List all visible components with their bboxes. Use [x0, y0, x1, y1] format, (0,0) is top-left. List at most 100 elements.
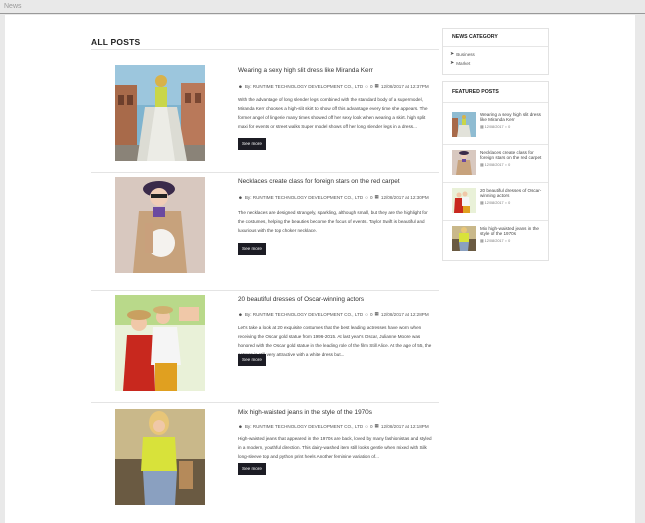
featured-item[interactable]: 20 beautiful dresses of Oscar-winning ac…	[443, 188, 548, 221]
post-author: By: RUNTIME TECHNOLOGY DEVELOPMENT CO., …	[244, 311, 364, 317]
post-meta: ☻ By: RUNTIME TECHNOLOGY DEVELOPMENT CO.…	[238, 311, 429, 317]
featured-item[interactable]: Mix high-waisted jeans in the style of t…	[452, 226, 548, 254]
featured-thumbnail[interactable]	[452, 112, 476, 137]
calendar-icon: ▦	[480, 201, 484, 205]
featured-date: 12/08/2017	[484, 239, 504, 243]
calendar-icon: ▦	[374, 83, 379, 88]
featured-divider	[443, 182, 548, 183]
comment-icon: ○	[504, 239, 508, 243]
post-title[interactable]: Necklaces create class for foreign stars…	[238, 178, 400, 185]
featured-meta: ▦ 12/08/2017 ○ 0	[480, 238, 510, 243]
post-thumbnail[interactable]	[115, 409, 205, 505]
news-category-widget: NEWS CATEGORY ➤ Business ➤ Market	[442, 28, 549, 75]
featured-date: 12/08/2017	[484, 163, 504, 167]
post-item: 20 beautiful dresses of Oscar-winning ac…	[91, 291, 439, 403]
post-item: Wearing a sexy high slit dress like Mira…	[91, 55, 439, 173]
see-more-button[interactable]: See more	[238, 354, 266, 366]
featured-meta: ▦ 12/08/2017 ○ 0	[480, 200, 510, 205]
post-thumbnail[interactable]	[115, 177, 205, 273]
calendar-icon: ▦	[374, 194, 379, 199]
post-meta: ☻ By: RUNTIME TECHNOLOGY DEVELOPMENT CO.…	[238, 194, 429, 200]
post-date: 12/08/2017 at 12:37PM	[380, 83, 429, 89]
post-excerpt: The necklaces are designed strangely, sp…	[238, 210, 428, 233]
browser-tab-bar: News	[0, 0, 645, 14]
category-item-business[interactable]: ➤ Business	[450, 51, 475, 57]
featured-thumbnail[interactable]	[452, 150, 476, 175]
post-author: By: RUNTIME TECHNOLOGY DEVELOPMENT CO., …	[244, 423, 364, 429]
featured-comments: 0	[508, 201, 511, 205]
post-title[interactable]: Mix high-waisted jeans in the style of t…	[238, 409, 372, 416]
featured-item[interactable]: Wearing a sexy high slit dress like Mira…	[443, 112, 548, 145]
category-item-market[interactable]: ➤ Market	[450, 60, 470, 66]
page-title: ALL POSTS	[91, 37, 141, 47]
circle-arrow-icon: ➤	[450, 60, 455, 66]
comment-icon: ○	[365, 194, 368, 200]
title-divider	[91, 49, 439, 50]
comment-icon: ○	[504, 201, 508, 205]
featured-comments: 0	[508, 239, 511, 243]
comment-icon: ○	[504, 163, 508, 167]
comment-icon: ○	[365, 423, 368, 429]
comment-icon: ○	[365, 83, 368, 89]
featured-divider	[443, 220, 548, 221]
post-item: Mix high-waisted jeans in the style of t…	[91, 403, 439, 521]
featured-posts-title: FEATURED POSTS	[452, 89, 499, 95]
featured-date: 12/08/2017	[484, 125, 504, 129]
featured-item[interactable]: Necklaces create class for foreign stars…	[443, 150, 548, 183]
featured-title[interactable]: 20 beautiful dresses of Oscar-winning ac…	[480, 188, 548, 199]
comment-icon: ○	[504, 125, 508, 129]
calendar-icon: ▦	[374, 423, 379, 428]
calendar-icon: ▦	[480, 239, 484, 243]
post-thumbnail[interactable]	[115, 65, 205, 161]
post-comments: 0	[369, 423, 373, 429]
post-excerpt: With the advantage of long slender legs …	[238, 97, 428, 129]
see-more-button[interactable]: See more	[238, 463, 266, 475]
post-excerpt: High-waisted jeans that appeared in the …	[238, 436, 432, 459]
featured-divider	[443, 144, 548, 145]
user-icon: ☻	[238, 194, 243, 200]
widget-divider	[443, 46, 548, 47]
calendar-icon: ▦	[480, 163, 484, 167]
user-icon: ☻	[238, 423, 243, 429]
post-thumbnail[interactable]	[115, 295, 205, 391]
comment-icon: ○	[365, 311, 368, 317]
post-title[interactable]: Wearing a sexy high slit dress like Mira…	[238, 67, 373, 74]
featured-title[interactable]: Necklaces create class for foreign stars…	[480, 150, 548, 161]
post-date: 12/08/2017 at 12:28PM	[380, 311, 429, 317]
featured-thumbnail[interactable]	[452, 188, 476, 213]
post-author: By: RUNTIME TECHNOLOGY DEVELOPMENT CO., …	[244, 83, 364, 89]
post-comments: 0	[369, 311, 373, 317]
featured-date: 12/08/2017	[484, 201, 504, 205]
featured-meta: ▦ 12/08/2017 ○ 0	[480, 162, 510, 167]
featured-posts-widget: FEATURED POSTS Wearing a sexy high slit …	[442, 81, 549, 261]
user-icon: ☻	[238, 83, 243, 89]
featured-thumbnail[interactable]	[452, 226, 476, 251]
post-comments: 0	[369, 83, 373, 89]
circle-arrow-icon: ➤	[450, 51, 455, 57]
post-meta: ☻ By: RUNTIME TECHNOLOGY DEVELOPMENT CO.…	[238, 423, 429, 429]
page-container: ALL POSTS Wearing a sexy high slit dress…	[5, 15, 635, 523]
news-category-title: NEWS CATEGORY	[452, 34, 498, 40]
post-date: 12/08/2017 at 12:30PM	[380, 194, 429, 200]
post-author: By: RUNTIME TECHNOLOGY DEVELOPMENT CO., …	[244, 194, 364, 200]
tab-label[interactable]: News	[4, 3, 22, 10]
featured-comments: 0	[508, 125, 511, 129]
see-more-button[interactable]: See more	[238, 243, 266, 255]
featured-title[interactable]: Wearing a sexy high slit dress like Mira…	[480, 112, 548, 123]
category-label: Market	[456, 60, 471, 66]
widget-divider	[443, 102, 548, 103]
post-item: Necklaces create class for foreign stars…	[91, 173, 439, 291]
post-meta: ☻ By: RUNTIME TECHNOLOGY DEVELOPMENT CO.…	[238, 83, 429, 89]
post-date: 12/08/2017 at 12:18PM	[380, 423, 429, 429]
featured-title[interactable]: Mix high-waisted jeans in the style of t…	[480, 226, 548, 237]
featured-comments: 0	[508, 163, 511, 167]
post-comments: 0	[369, 194, 373, 200]
see-more-button[interactable]: See more	[238, 138, 266, 150]
post-excerpt: Let's take a look at 20 exquisite costum…	[238, 325, 432, 357]
calendar-icon: ▦	[480, 125, 484, 129]
category-label: Business	[456, 51, 475, 57]
featured-meta: ▦ 12/08/2017 ○ 0	[480, 124, 510, 129]
user-icon: ☻	[238, 311, 243, 317]
post-title[interactable]: 20 beautiful dresses of Oscar-winning ac…	[238, 296, 364, 303]
calendar-icon: ▦	[374, 311, 379, 316]
